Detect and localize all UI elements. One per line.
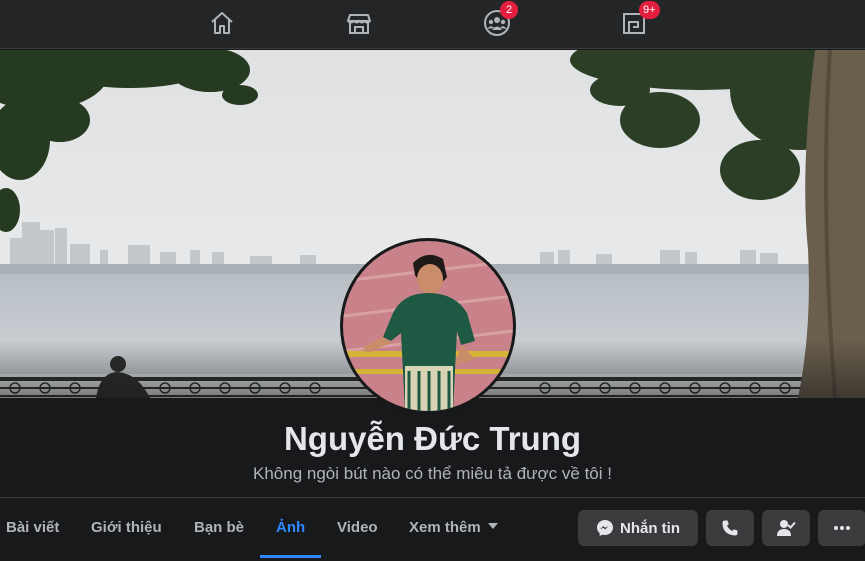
groups-badge: 2	[500, 1, 518, 19]
profile-picture[interactable]	[340, 238, 516, 414]
tab-more[interactable]: Xem thêm	[409, 510, 498, 546]
friends-check-icon	[777, 520, 796, 536]
messenger-icon	[597, 520, 613, 536]
profile-bio: Không ngòi bút nào có thể miêu tả được v…	[253, 464, 612, 483]
gaming-badge: 9+	[639, 1, 660, 19]
home-icon[interactable]	[207, 8, 237, 38]
tab-more-label: Xem thêm	[409, 519, 481, 536]
phone-icon	[722, 520, 738, 536]
groups-icon[interactable]: 2	[482, 1, 518, 38]
ellipsis-icon	[834, 526, 850, 530]
message-button[interactable]: Nhắn tin	[578, 510, 698, 546]
gaming-icon[interactable]: 9+	[619, 1, 660, 38]
tab-posts[interactable]: Bài viết	[6, 510, 59, 546]
top-nav-bar: 2 9+	[0, 0, 865, 49]
active-tab-indicator	[260, 555, 321, 558]
tab-about[interactable]: Giới thiệu	[91, 510, 162, 546]
call-button[interactable]	[706, 510, 754, 546]
more-options-button[interactable]	[818, 510, 865, 546]
tab-videos[interactable]: Video	[337, 510, 378, 546]
divider	[0, 497, 865, 498]
profile-name: Nguyễn Đức Trung	[283, 420, 582, 457]
marketplace-icon[interactable]	[344, 8, 374, 38]
caret-down-icon	[487, 523, 498, 530]
tab-photos[interactable]: Ảnh	[276, 510, 305, 546]
tab-friends[interactable]: Bạn bè	[194, 510, 244, 546]
friend-status-button[interactable]	[762, 510, 810, 546]
message-button-label: Nhắn tin	[620, 519, 680, 537]
